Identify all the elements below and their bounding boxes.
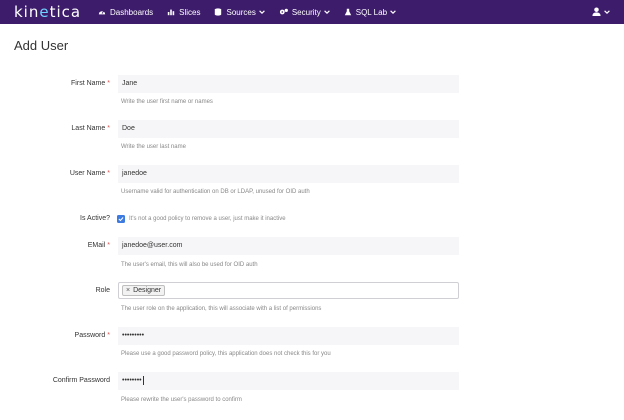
confirm-password-label: Confirm Password [52, 377, 110, 384]
dashboard-icon [98, 10, 106, 15]
last-name-input[interactable]: Doe [118, 120, 459, 138]
email-help: The user's email, this will also be used… [121, 262, 258, 268]
text-cursor [142, 375, 144, 385]
main-nav: Dashboards Slices Sources Security SQL L… [98, 0, 410, 24]
role-tag: × Designer [122, 285, 166, 296]
logo-text-highlight: e [39, 3, 50, 21]
nav-item-sources[interactable]: Sources [214, 7, 265, 17]
chevron-down-icon [323, 10, 330, 15]
first-name-help: Write the user first name or names [121, 99, 213, 105]
nav-item-dashboards[interactable]: Dashboards [98, 8, 153, 17]
user-icon [592, 7, 601, 16]
password-label-text: Password [74, 332, 106, 339]
user-name-label-text: User Name [69, 170, 106, 177]
nav-item-security[interactable]: Security [279, 8, 330, 17]
logo-text-start: kin [14, 3, 40, 21]
nav-item-slices[interactable]: Slices [167, 8, 200, 17]
is-active-help: It's not a good policy to remove a user,… [129, 216, 286, 222]
is-active-checkbox[interactable] [117, 215, 125, 223]
user-name-label: User Name * [0, 169, 110, 179]
user-name-input[interactable]: janedoe [118, 165, 459, 183]
first-name-label: First Name * [0, 79, 110, 89]
required-marker: * [107, 242, 110, 249]
chevron-down-icon [259, 10, 265, 15]
confirm-password-help: Please rewrite the user's password to co… [121, 397, 242, 403]
required-marker: * [107, 170, 110, 177]
flask-icon [344, 8, 351, 16]
required-marker: * [107, 80, 110, 87]
gears-icon [279, 8, 288, 15]
password-label: Password * [0, 331, 110, 341]
confirm-password-value: •••••••• [122, 377, 142, 384]
chevron-down-icon [390, 10, 396, 15]
password-help: Please use a good password policy, this … [121, 351, 331, 357]
role-label: Role [95, 287, 110, 294]
logo-text-end: tica [49, 3, 82, 21]
required-marker: * [107, 125, 110, 132]
email-label: EMail * [0, 241, 110, 251]
last-name-label: Last Name * [0, 124, 110, 134]
email-input[interactable]: janedoe@user.com [118, 237, 459, 255]
remove-tag-icon[interactable]: × [126, 286, 130, 296]
is-active-label: Is Active? [80, 215, 110, 222]
required-marker: * [107, 332, 110, 339]
password-input[interactable]: ••••••••• [118, 327, 459, 345]
nav-label-dashboards: Dashboards [110, 7, 154, 17]
database-icon [215, 8, 222, 16]
nav-label-slices: Slices [179, 7, 201, 17]
role-multiselect[interactable]: × Designer [118, 282, 459, 299]
nav-item-sql-lab[interactable]: SQL Lab [344, 8, 396, 17]
kinetica-logo[interactable]: kinetica [14, 3, 81, 21]
nav-label-sql-lab: SQL Lab [355, 7, 388, 17]
last-name-label-text: Last Name [71, 125, 106, 132]
top-navbar: kinetica Dashboards Slices Sources Secur… [0, 0, 624, 24]
role-help: The user role on the application, this w… [121, 306, 322, 312]
user-name-help: Username valid for authentication on DB … [121, 189, 310, 195]
first-name-label-text: First Name [71, 80, 106, 87]
role-tag-label: Designer [133, 286, 162, 294]
nav-label-sources: Sources [226, 7, 256, 17]
check-icon [118, 217, 124, 222]
email-label-text: EMail [87, 242, 106, 249]
chevron-down-icon [604, 9, 610, 14]
nav-label-security: Security [291, 7, 321, 17]
first-name-input[interactable]: Jane [118, 75, 459, 93]
last-name-help: Write the user last name [121, 144, 186, 150]
confirm-password-input[interactable]: •••••••• [118, 372, 459, 390]
page-title: Add User [14, 38, 69, 53]
user-menu[interactable] [592, 7, 610, 16]
bar-chart-icon [167, 9, 175, 16]
